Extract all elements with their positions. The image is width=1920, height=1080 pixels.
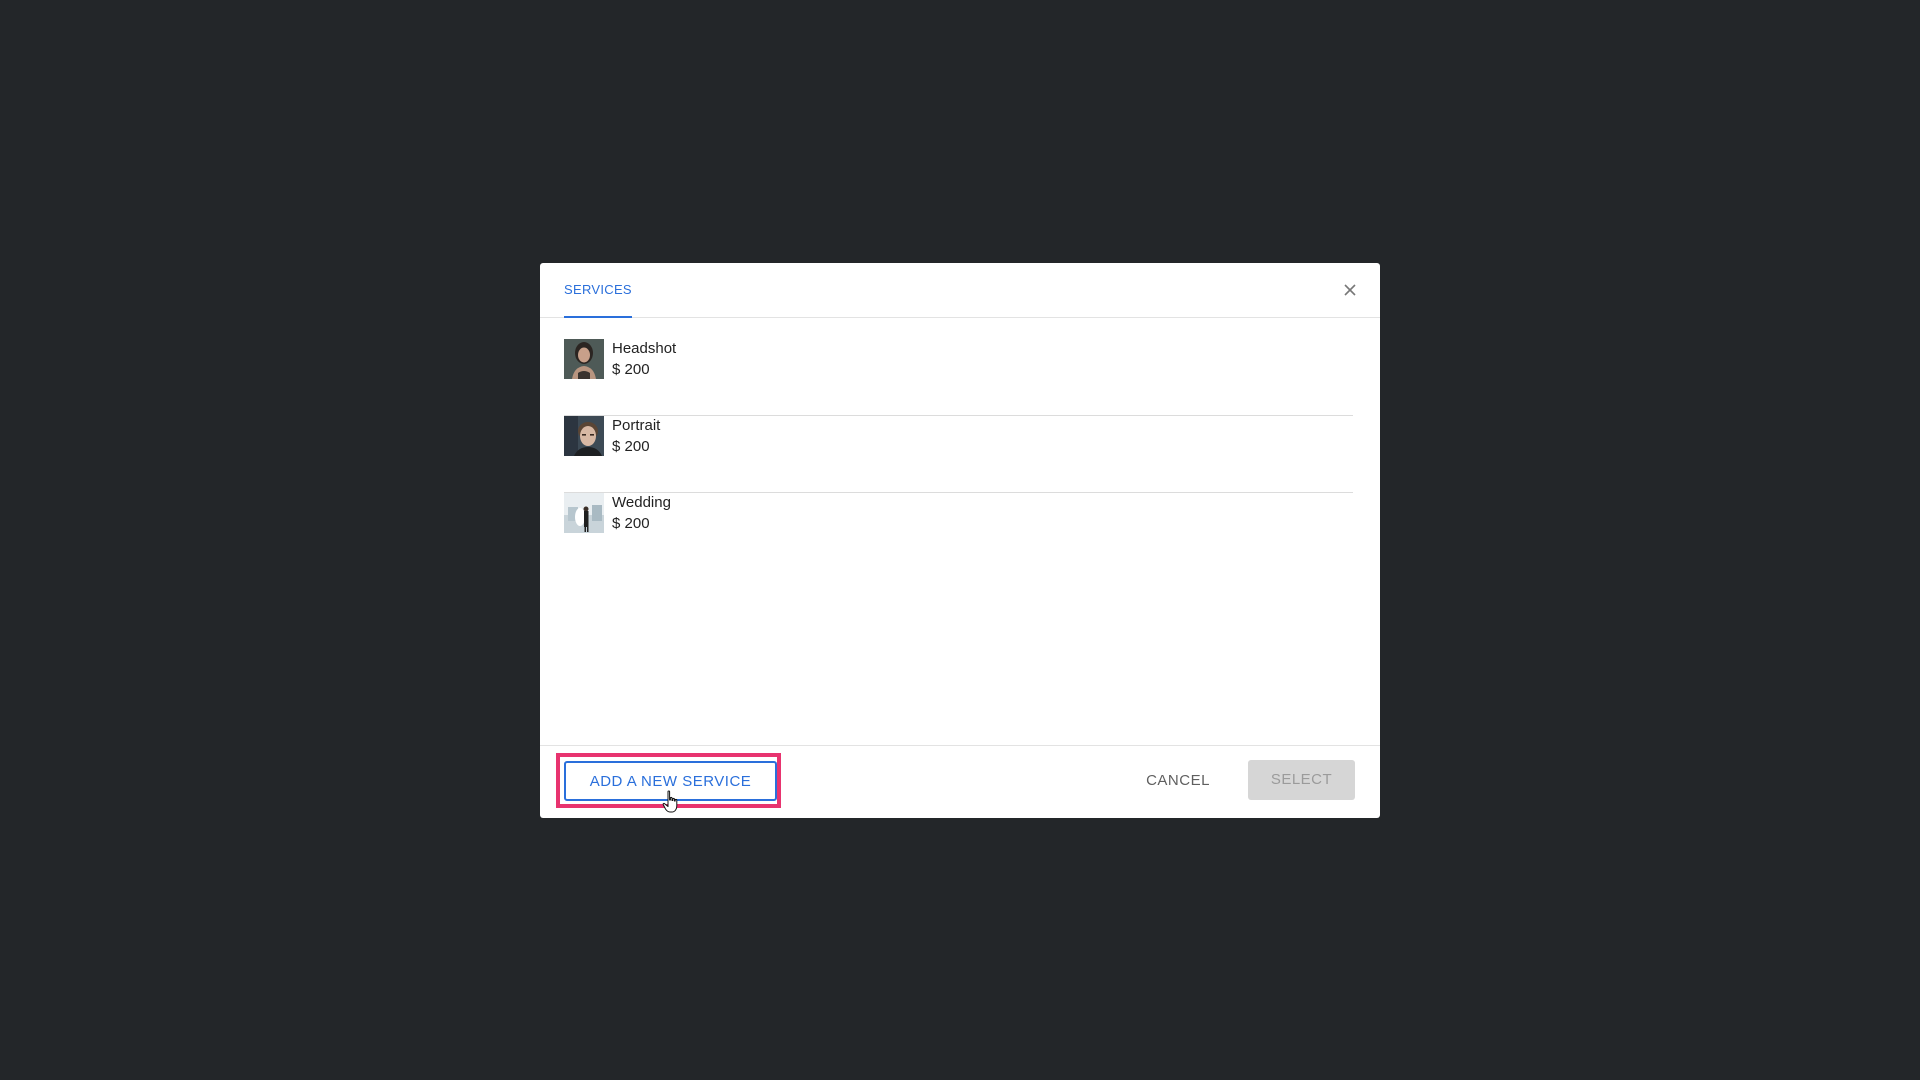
add-new-service-button[interactable]: ADD A NEW SERVICE xyxy=(564,761,777,801)
list-item[interactable]: Portrait $ 200 xyxy=(564,416,1353,493)
close-icon xyxy=(1344,284,1356,296)
list-item[interactable]: Headshot $ 200 xyxy=(564,339,1353,416)
headshot-thumbnail xyxy=(564,339,604,379)
dialog-footer: ADD A NEW SERVICE CANCEL SELECT xyxy=(540,745,1380,818)
close-button[interactable] xyxy=(1340,280,1360,300)
cancel-button[interactable]: CANCEL xyxy=(1130,761,1226,801)
wedding-thumbnail xyxy=(564,493,604,533)
service-name: Headshot xyxy=(612,340,677,357)
service-list: Headshot $ 200 Portrait $ 200 Wedding $ … xyxy=(564,339,1353,570)
dialog-header: SERVICES xyxy=(540,263,1380,318)
select-button: SELECT xyxy=(1248,760,1355,800)
service-price: $ 200 xyxy=(612,515,650,532)
service-price: $ 200 xyxy=(612,361,650,378)
service-name: Wedding xyxy=(612,494,671,511)
services-dialog: SERVICES Headshot $ 200 Portrait $ 200 W… xyxy=(540,263,1380,818)
tab-services[interactable]: SERVICES xyxy=(564,263,632,318)
service-name: Portrait xyxy=(612,417,661,434)
portrait-thumbnail xyxy=(564,416,604,456)
service-price: $ 200 xyxy=(612,438,650,455)
list-item[interactable]: Wedding $ 200 xyxy=(564,493,1353,570)
